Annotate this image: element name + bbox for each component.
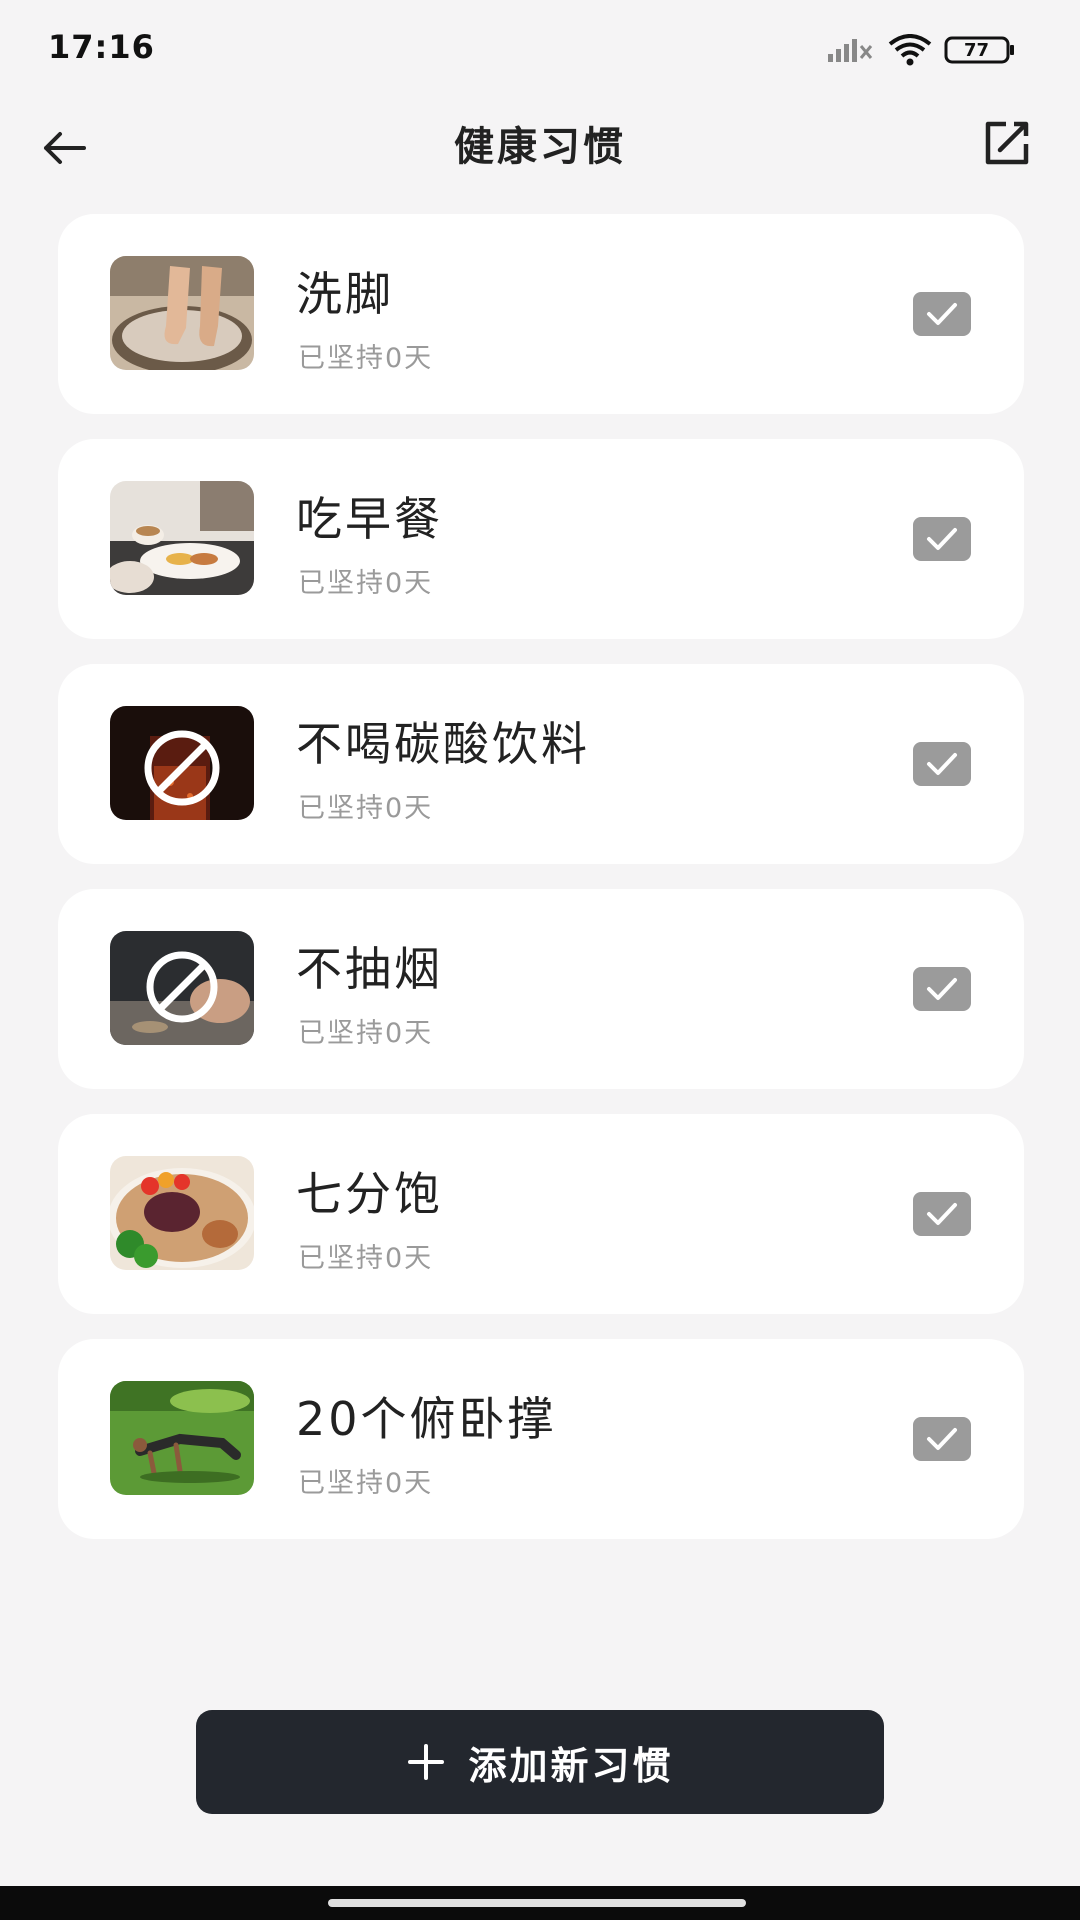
- status-icons: 77: [826, 34, 1016, 68]
- habit-card-breakfast[interactable]: 吃早餐 已坚持0天: [58, 439, 1024, 639]
- header: 健康习惯: [0, 100, 1080, 190]
- habit-check-button[interactable]: [913, 517, 971, 561]
- habit-days: 已坚持0天: [298, 1243, 434, 1274]
- breakfast-photo: [110, 481, 254, 595]
- salad-plate-photo: [110, 1156, 254, 1270]
- habit-name: 不喝碳酸饮料: [296, 717, 590, 771]
- habit-check-button[interactable]: [913, 1417, 971, 1461]
- check-icon: [927, 1203, 957, 1225]
- check-icon: [927, 528, 957, 550]
- add-habit-button-content: 添加新习惯: [196, 1710, 884, 1814]
- habit-days: 已坚持0天: [298, 343, 434, 374]
- pushup-photo: [110, 1381, 254, 1495]
- habit-card-no-smoking[interactable]: 不抽烟 已坚持0天: [58, 889, 1024, 1089]
- wifi-icon: [888, 34, 932, 66]
- plus-icon: [408, 1744, 445, 1780]
- habit-list: 洗脚 已坚持0天 吃早餐 已坚持0天 不喝碳酸饮料 已坚持0天 不抽烟 已坚持0…: [58, 214, 1024, 1564]
- habit-name: 不抽烟: [296, 942, 443, 996]
- habit-card-pushups[interactable]: 20个俯卧撑 已坚持0天: [58, 1339, 1024, 1539]
- edit-button[interactable]: [976, 114, 1036, 174]
- habit-name: 洗脚: [296, 267, 394, 321]
- habit-check-button[interactable]: [913, 1192, 971, 1236]
- signal-icon: [828, 39, 873, 62]
- page-title: 健康习惯: [454, 124, 626, 170]
- habit-name: 20个俯卧撑: [296, 1392, 557, 1446]
- habit-check-button[interactable]: [913, 292, 971, 336]
- add-habit-label: 添加新习惯: [468, 1743, 674, 1788]
- check-icon: [927, 303, 957, 325]
- habit-days: 已坚持0天: [298, 793, 434, 824]
- no-soda-photo: [110, 706, 254, 820]
- edit-icon: [985, 121, 1029, 165]
- home-indicator[interactable]: [328, 1899, 746, 1907]
- check-icon: [927, 753, 957, 775]
- habit-check-button[interactable]: [913, 967, 971, 1011]
- habit-card-wash-feet[interactable]: 洗脚 已坚持0天: [58, 214, 1024, 414]
- habit-name: 吃早餐: [296, 492, 443, 546]
- status-bar: 17:16 77: [0, 0, 1080, 100]
- check-icon: [927, 1428, 957, 1450]
- habit-card-no-soda[interactable]: 不喝碳酸饮料 已坚持0天: [58, 664, 1024, 864]
- battery-level: 77: [964, 40, 990, 61]
- habit-days: 已坚持0天: [298, 1018, 434, 1049]
- check-icon: [927, 978, 957, 1000]
- foot-soak-photo: [110, 256, 254, 370]
- habit-days: 已坚持0天: [298, 1468, 434, 1499]
- habit-name: 七分饱: [296, 1167, 443, 1221]
- habit-days: 已坚持0天: [298, 568, 434, 599]
- no-smoking-photo: [110, 931, 254, 1045]
- add-habit-button[interactable]: 添加新习惯: [196, 1710, 884, 1814]
- habit-card-eat-moderately[interactable]: 七分饱 已坚持0天: [58, 1114, 1024, 1314]
- status-time: 17:16: [48, 28, 155, 66]
- habit-check-button[interactable]: [913, 742, 971, 786]
